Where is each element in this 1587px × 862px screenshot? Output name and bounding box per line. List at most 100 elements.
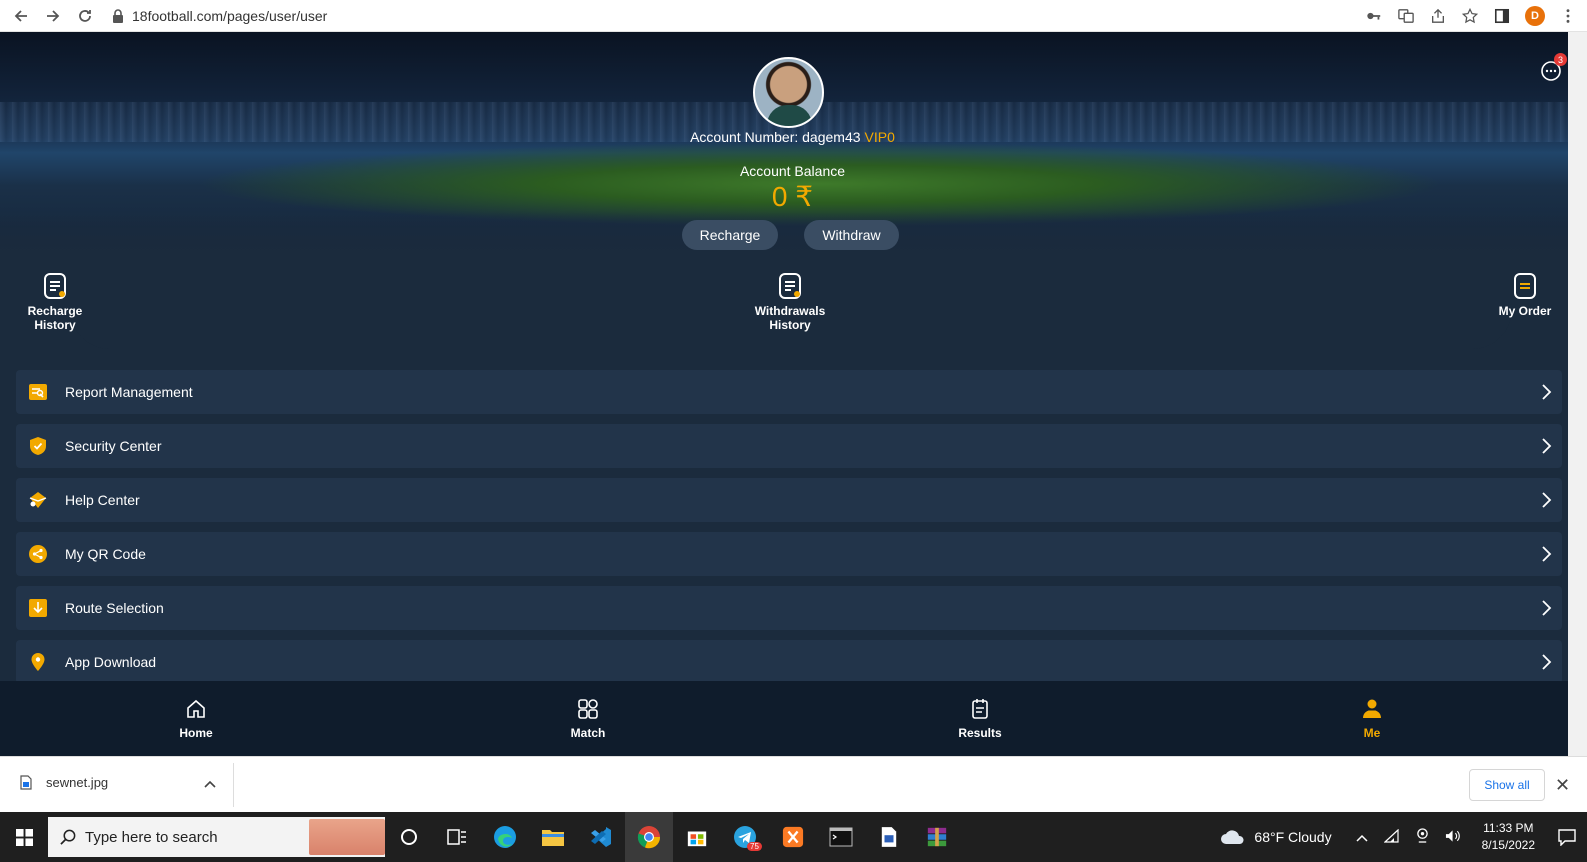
quick-label-line2: History [34, 318, 76, 332]
search-placeholder: Type here to search [85, 828, 218, 846]
menu-label: Security Center [65, 438, 162, 454]
windows-taskbar: Type here to search 75 68°F Cloudy 11:33… [0, 812, 1587, 862]
my-order-link[interactable]: My Order [1475, 272, 1568, 318]
bottom-navigation: Home Match Results Me [0, 681, 1568, 756]
nav-tab-home[interactable]: Home [0, 681, 392, 756]
bookmark-star-icon[interactable] [1461, 7, 1479, 25]
system-clock[interactable]: 11:33 PM 8/15/2022 [1482, 820, 1535, 854]
terminal-icon[interactable] [817, 812, 865, 862]
weather-text: 68°F Cloudy [1254, 829, 1332, 845]
key-icon[interactable] [1365, 7, 1383, 25]
menu-help-center[interactable]: Help Center [16, 478, 1562, 522]
show-all-button[interactable]: Show all [1469, 769, 1545, 801]
browser-toolbar: 18football.com/pages/user/user D [0, 0, 1587, 32]
system-tray: 68°F Cloudy 11:33 PM 8/15/2022 [1220, 812, 1587, 862]
grid-icon [578, 698, 598, 719]
quick-label-line1: Withdrawals [754, 304, 826, 318]
menu-security-center[interactable]: Security Center [16, 424, 1562, 468]
balance-value: 0 ₹ [771, 181, 814, 212]
download-item[interactable]: sewnet.jpg [20, 775, 108, 790]
chrome-icon[interactable] [625, 812, 673, 862]
chevron-up-icon[interactable] [204, 779, 216, 789]
downloads-bar: sewnet.jpg Show all ✕ [0, 756, 1587, 812]
report-icon [28, 382, 48, 402]
search-highlight-image [309, 819, 385, 855]
menu-label: My QR Code [65, 546, 146, 562]
nav-tab-results[interactable]: Results [784, 681, 1176, 756]
withdrawals-history-link[interactable]: Withdrawals History [740, 272, 840, 332]
location-pin-icon [28, 652, 48, 672]
forward-arrow-icon[interactable] [42, 5, 64, 27]
document-icon [44, 273, 66, 299]
chat-badge: 3 [1554, 53, 1567, 66]
menu-label: Route Selection [65, 600, 164, 616]
account-number-text: Account Number: dagem43 [690, 129, 861, 145]
menu-my-qr-code[interactable]: My QR Code [16, 532, 1562, 576]
edge-icon[interactable] [481, 812, 529, 862]
search-icon [60, 829, 76, 845]
quick-label-line1: Recharge [27, 304, 83, 318]
clipboard-icon [972, 698, 988, 719]
nav-tab-match[interactable]: Match [392, 681, 784, 756]
nav-tab-label: Match [570, 725, 606, 740]
document-app-icon[interactable] [865, 812, 913, 862]
quick-label-line2: My Order [1498, 304, 1552, 318]
vscode-icon[interactable] [577, 812, 625, 862]
document-icon [779, 273, 801, 299]
notification-icon[interactable] [1547, 828, 1587, 846]
task-view-icon[interactable] [433, 812, 481, 862]
app-page: Account Number: dagem43 VIP0 Account Bala… [0, 32, 1568, 756]
xampp-icon[interactable] [769, 812, 817, 862]
help-icon [28, 490, 48, 510]
hero-fade [0, 212, 1568, 252]
withdraw-button[interactable]: Withdraw [804, 220, 899, 250]
menu-label: Report Management [65, 384, 193, 400]
chevron-right-icon [1542, 438, 1552, 454]
nav-tab-label: Me [1363, 725, 1381, 740]
recharge-button[interactable]: Recharge [682, 220, 778, 250]
windows-start-icon[interactable] [0, 812, 48, 862]
recharge-history-link[interactable]: Recharge History [5, 272, 105, 332]
translate-icon[interactable] [1397, 7, 1415, 25]
file-icon [20, 775, 32, 790]
download-file-name: sewnet.jpg [46, 775, 109, 790]
microsoft-store-icon[interactable] [673, 812, 721, 862]
close-icon[interactable]: ✕ [1555, 775, 1570, 796]
download-arrow-icon [28, 598, 48, 618]
page-scrollbar[interactable] [1568, 32, 1587, 756]
more-vertical-icon[interactable] [1559, 7, 1577, 25]
menu-route-selection[interactable]: Route Selection [16, 586, 1562, 630]
webcam-icon[interactable] [1416, 828, 1429, 846]
nav-tab-label: Home [179, 725, 213, 740]
reload-icon[interactable] [74, 5, 96, 27]
home-icon [187, 699, 205, 718]
volume-icon[interactable] [1445, 829, 1462, 846]
cortana-icon[interactable] [385, 812, 433, 862]
nav-tab-label: Results [958, 725, 1002, 740]
weather-widget[interactable]: 68°F Cloudy [1220, 829, 1332, 845]
avatar[interactable] [753, 57, 824, 128]
share-page-icon[interactable] [1429, 7, 1447, 25]
taskbar-search[interactable]: Type here to search [48, 817, 385, 857]
lock-icon [113, 8, 123, 23]
telegram-icon[interactable]: 75 [721, 812, 769, 862]
address-bar[interactable]: 18football.com/pages/user/user [112, 4, 327, 28]
avatar-shirt [767, 105, 812, 126]
chevron-up-icon[interactable] [1356, 830, 1368, 845]
chevron-right-icon [1542, 654, 1552, 670]
chevron-right-icon [1542, 546, 1552, 562]
back-arrow-icon[interactable] [10, 5, 32, 27]
chevron-right-icon [1542, 600, 1552, 616]
menu-report-management[interactable]: Report Management [16, 370, 1562, 414]
profile-avatar[interactable]: D [1525, 5, 1545, 26]
winrar-icon[interactable] [913, 812, 961, 862]
menu-label: Help Center [65, 492, 140, 508]
menu-app-download[interactable]: App Download [16, 640, 1562, 684]
vip-level: VIP0 [864, 129, 895, 145]
nav-tab-me[interactable]: Me [1176, 681, 1568, 756]
quick-label-line2: History [769, 318, 811, 332]
file-explorer-icon[interactable] [529, 812, 577, 862]
balance-label: Account Balance [739, 163, 846, 179]
wifi-icon[interactable] [1383, 828, 1400, 846]
side-panel-icon[interactable] [1493, 7, 1511, 25]
